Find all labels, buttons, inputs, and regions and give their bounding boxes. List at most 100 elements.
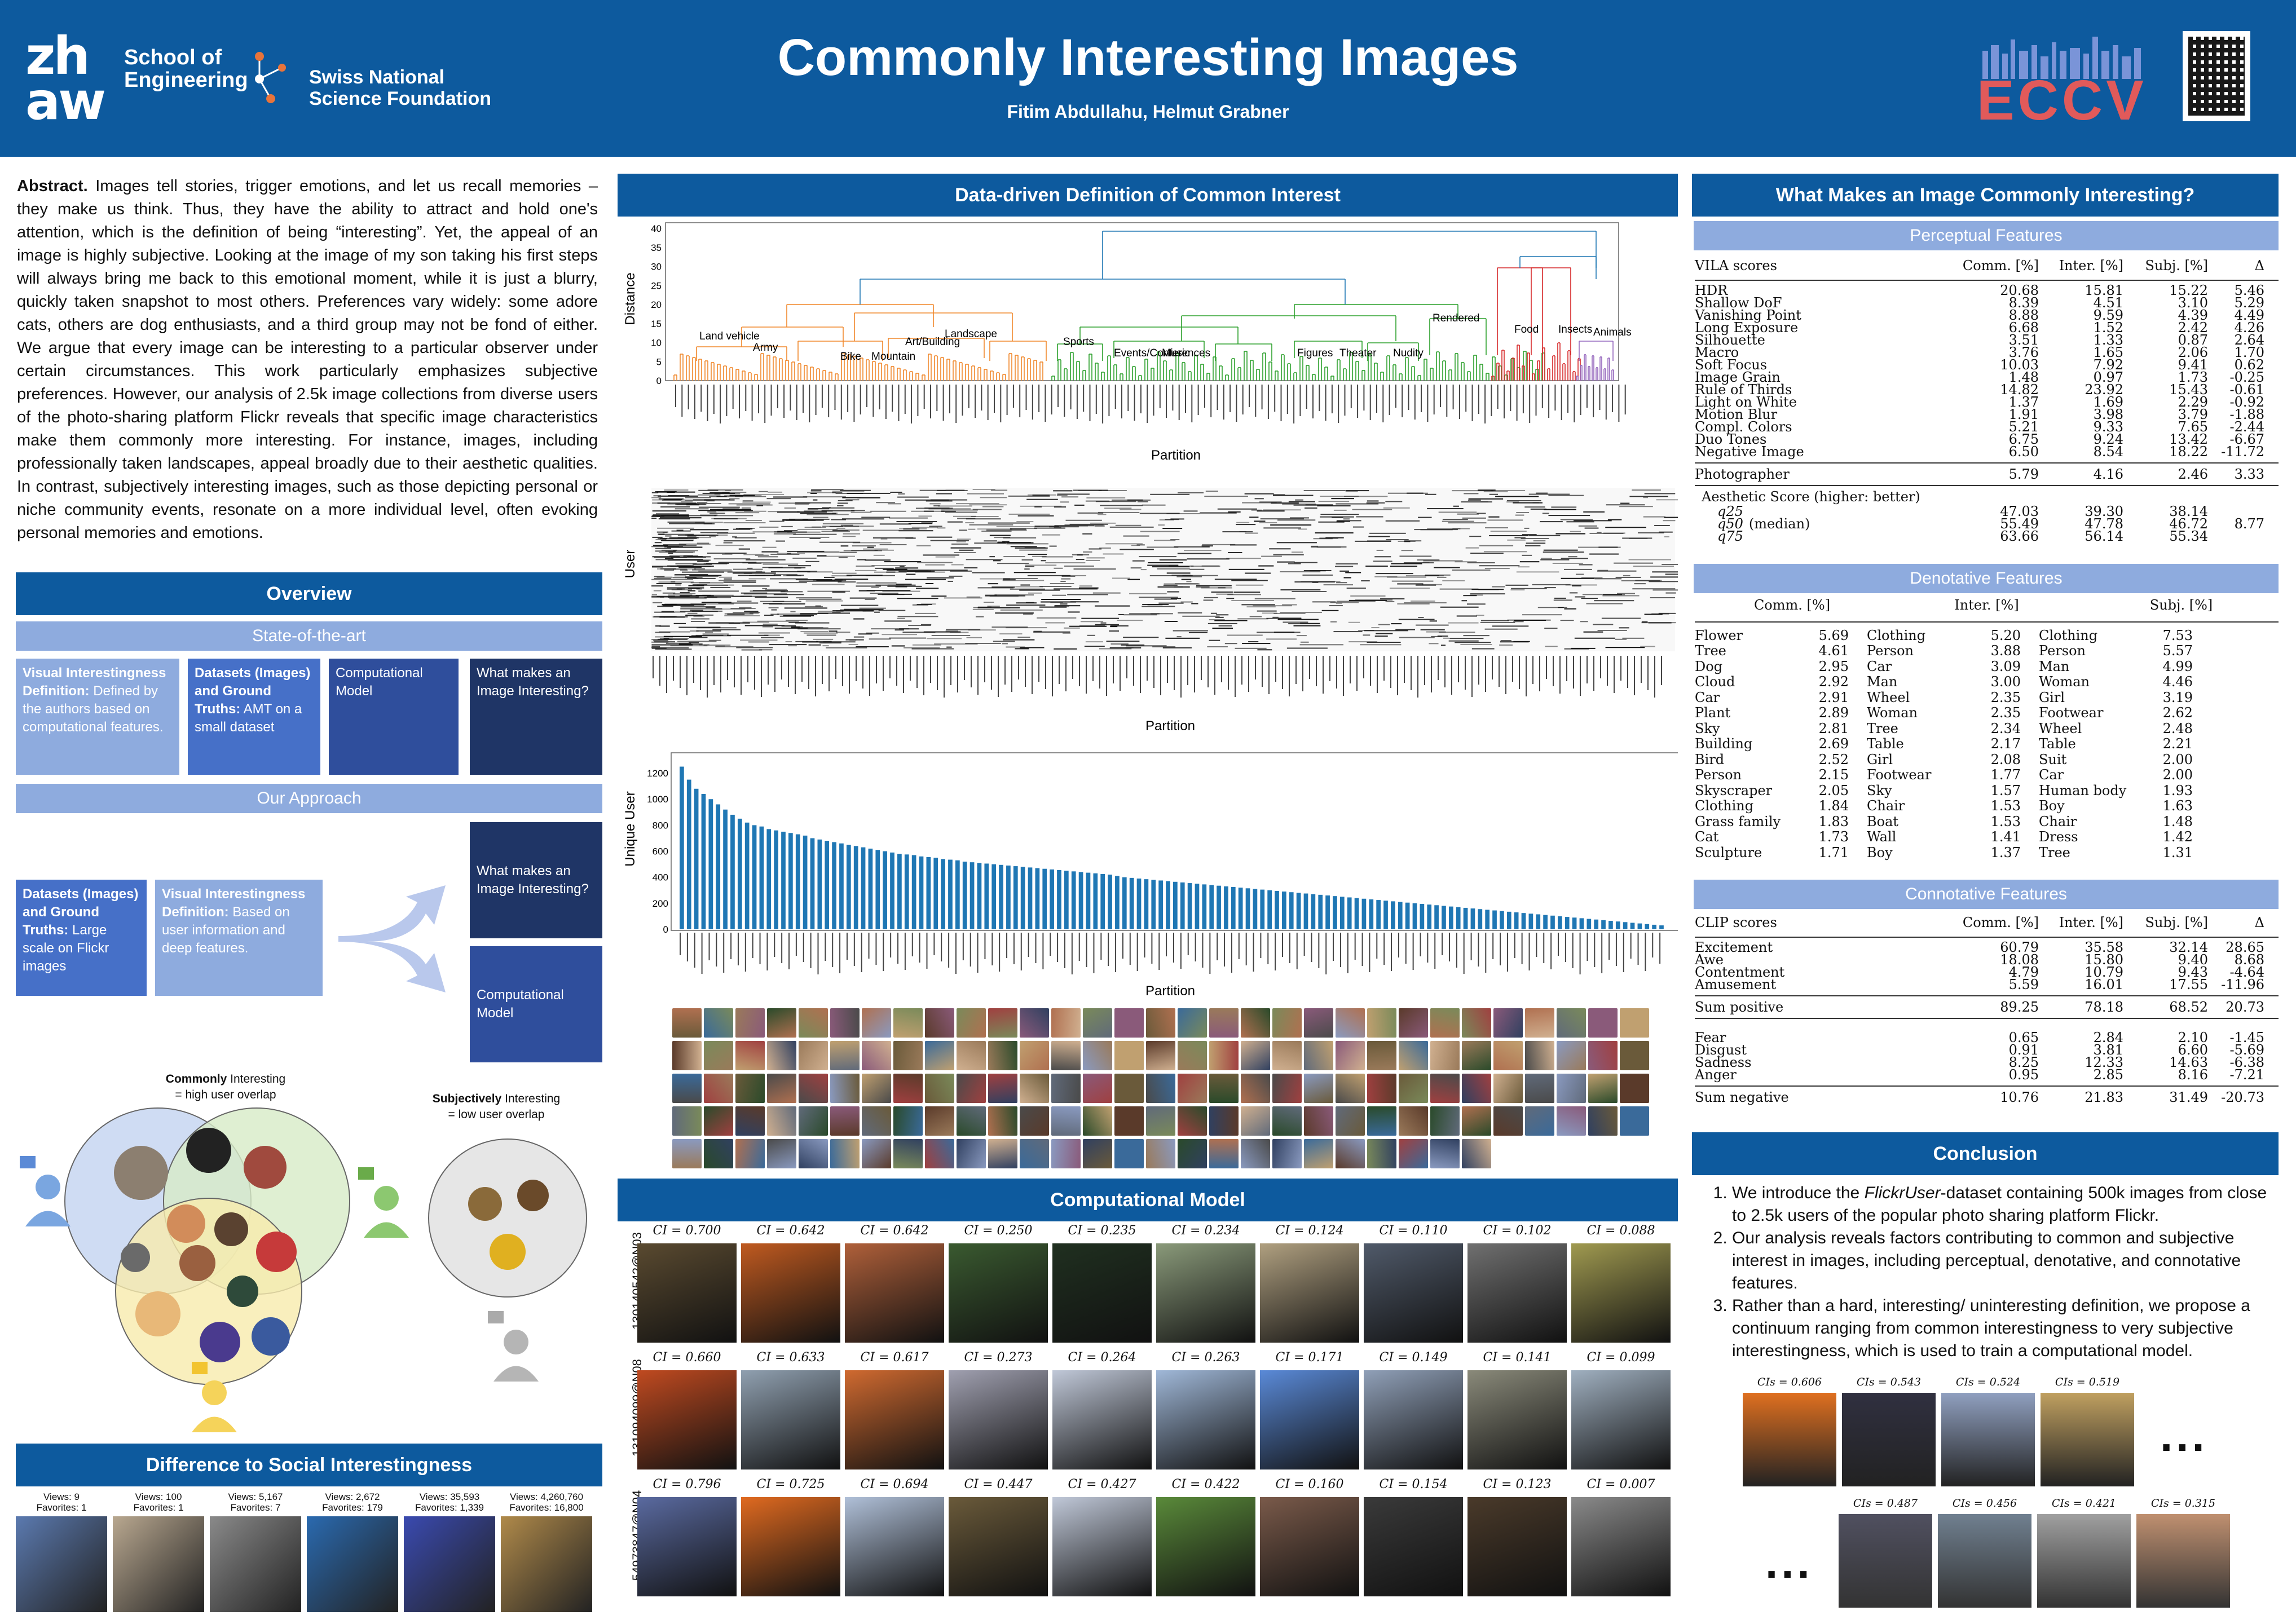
approach-box-model: Computational Model — [470, 946, 602, 1062]
bar-mark — [1354, 898, 1359, 929]
abstract-text: Images tell stories, trigger emotions, a… — [17, 177, 598, 542]
social-photo — [501, 1516, 592, 1612]
ci-score: CI = 0.633 — [756, 1351, 825, 1365]
overview-header: Overview — [16, 572, 602, 615]
views-count: Views: 9 — [43, 1491, 80, 1502]
eccv-wordmark: ECCV — [1977, 69, 2147, 132]
partition-thumbnail — [1051, 1106, 1081, 1136]
eiffel-photo — [1743, 1393, 1836, 1486]
cluster-label: Music — [1162, 347, 1190, 359]
ci-score: CI = 0.099 — [1587, 1351, 1655, 1365]
dendro-ytick: 40 — [651, 223, 662, 234]
eiffel-photo — [2136, 1514, 2230, 1608]
subjectively-label: Subjectively Interesting = low user overl… — [432, 1092, 561, 1121]
ci-score: CI = 0.088 — [1587, 1224, 1655, 1238]
bar-mark — [897, 854, 902, 929]
partition-thumbnail — [893, 1106, 923, 1136]
partition-thumbnail — [1146, 1074, 1175, 1103]
bar-mark — [1282, 892, 1286, 929]
favorites-count: Favorites: 1 — [36, 1502, 87, 1513]
user-blue-icon — [20, 1156, 70, 1226]
partition-thumbnail — [1462, 1041, 1491, 1070]
bar-mark — [1078, 872, 1083, 929]
bar-mark — [1108, 875, 1112, 929]
bar-ytick: 600 — [653, 846, 668, 857]
partition-thumbnail — [1178, 1106, 1207, 1136]
partition-thumbnail — [1367, 1008, 1396, 1038]
views-count: Views: 4,260,760 — [509, 1491, 584, 1502]
bar-mark — [1238, 888, 1243, 929]
bar-mark — [1086, 872, 1091, 929]
bar-mark — [911, 855, 916, 929]
partition-thumbnail — [1336, 1074, 1365, 1103]
table-row: Cat 1.73 Wall 1.41 Dress 1.42 — [1695, 829, 2193, 845]
bar-mark — [846, 845, 851, 929]
sota-box-model: Computational Model — [329, 659, 459, 775]
table-row: Sky 2.81 Tree 2.34 Wheel 2.48 — [1695, 720, 2193, 736]
partition-thumbnail — [1525, 1074, 1554, 1103]
bar-mark — [1253, 889, 1258, 929]
partition-thumbnail — [1336, 1106, 1365, 1136]
bar-mark — [1180, 882, 1185, 929]
comp-photo — [1052, 1370, 1152, 1469]
partition-thumbnail — [735, 1008, 765, 1038]
partition-thumbnail — [1493, 1106, 1523, 1136]
cis-score: CIs = 0.421 — [2051, 1497, 2117, 1510]
qr-code-icon[interactable] — [2183, 31, 2250, 121]
partition-thumbnail — [1557, 1041, 1586, 1070]
bar-ytick: 1000 — [647, 794, 668, 805]
partition-thumbnail — [799, 1041, 828, 1070]
bar-mark — [1333, 896, 1337, 929]
table-row: Plant 2.89 Woman 2.35 Footwear 2.62 — [1695, 705, 2193, 721]
bar-mark — [1173, 881, 1178, 929]
favorites-count: Favorites: 7 — [230, 1502, 281, 1513]
bar-mark — [1557, 916, 1562, 929]
partition-thumbnail — [1367, 1106, 1396, 1136]
bar-mark — [941, 859, 945, 929]
bar-mark — [853, 846, 858, 929]
partition-thumbnail — [1020, 1041, 1049, 1070]
dendro-ylabel: Distance — [623, 272, 638, 325]
bar-mark — [1296, 893, 1301, 929]
comp-photo — [1571, 1370, 1671, 1469]
partition-thumbnail — [1367, 1041, 1396, 1070]
bar-mark — [1536, 914, 1541, 929]
partition-thumbnail — [1430, 1074, 1460, 1103]
bar-mark — [1115, 876, 1120, 929]
ellipsis-right: ... — [2160, 1410, 2208, 1460]
ci-score: CI = 0.642 — [756, 1224, 825, 1238]
partition-thumbnail — [862, 1074, 891, 1103]
partition-thumbnail — [957, 1074, 986, 1103]
partition-thumbnail — [1493, 1074, 1523, 1103]
ci-score: CI = 0.250 — [964, 1224, 1033, 1238]
sota-box-definition: Visual Interestingness Definition: Defin… — [16, 659, 179, 775]
partition-thumbnail — [767, 1106, 796, 1136]
partition-thumbnail — [1367, 1074, 1396, 1103]
partition-thumbnail — [1083, 1008, 1112, 1038]
bar-mark — [1303, 893, 1308, 929]
bar-mark — [948, 859, 953, 929]
bar-mark — [1028, 867, 1033, 929]
vila-table: VILA scores Comm. [%] Inter. [%] Subj. [%] Δ… — [1695, 259, 2279, 543]
social-photo — [16, 1516, 107, 1612]
bar-mark — [1463, 907, 1468, 929]
partition-thumbnail — [1083, 1139, 1112, 1168]
sota-box-what: What makes an Image Interesting? — [470, 659, 602, 775]
bar-mark — [1166, 881, 1170, 929]
bar-mark — [1260, 889, 1265, 929]
ci-score: CI = 0.234 — [1171, 1224, 1240, 1238]
partition-thumbnail — [1304, 1074, 1333, 1103]
bar-mark — [1020, 867, 1025, 929]
bar-mark — [1369, 899, 1374, 929]
partition-thumbnail — [672, 1139, 702, 1168]
bar-mark — [1601, 920, 1606, 929]
bar-mark — [839, 843, 844, 929]
bar-mark — [1151, 880, 1156, 929]
comp-photo — [949, 1370, 1048, 1469]
partition-thumbnail — [672, 1041, 702, 1070]
bar-mark — [1311, 894, 1316, 929]
compmodel-grid: 130140542@N03CI = 0.700CI = 0.642CI = 0.… — [618, 1224, 1678, 1618]
bar-mark — [1485, 910, 1490, 929]
dendro-xlabel: Partition — [1151, 448, 1201, 463]
bar-mark — [716, 804, 721, 929]
